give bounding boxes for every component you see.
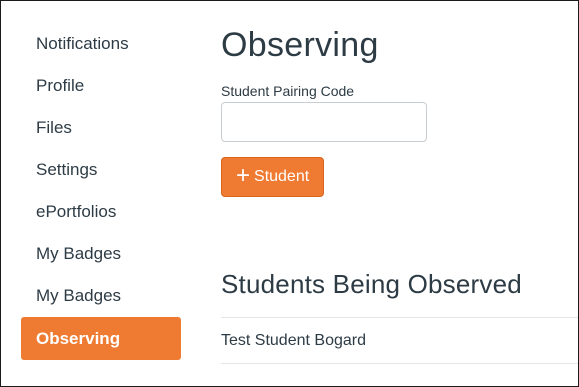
sidebar-item-my-badges[interactable]: My Badges [21,233,181,275]
sidebar-item-label: Files [36,118,72,137]
sidebar-item-label: My Badges [36,286,122,305]
student-name: Test Student Bogard [221,331,366,349]
app-frame: Notifications Profile Files Settings ePo… [0,0,579,387]
sidebar-item-label: ePortfolios [36,202,117,221]
sidebar-item-label: Observing [36,328,121,348]
sidebar-item-eportfolios[interactable]: ePortfolios [21,191,181,233]
sidebar-item-notifications[interactable]: Notifications [21,23,181,65]
list-item: Test Student Bogard [221,318,578,363]
pairing-code-input[interactable] [221,102,427,142]
pairing-code-label: Student Pairing Code [221,83,355,99]
page-title: Observing [221,26,379,64]
sidebar-nav: Notifications Profile Files Settings ePo… [21,23,181,360]
main-content: Observing Student Pairing Code + Student [221,21,578,197]
sidebar-item-my-badges-2[interactable]: My Badges [21,275,181,317]
observed-students-list: Test Student Bogard [221,317,578,364]
sidebar-item-label: My Badges [36,244,122,263]
add-student-button[interactable]: + Student [221,157,325,197]
plus-icon: + [236,162,251,189]
sidebar-item-label: Settings [36,160,98,179]
add-student-label: Student [254,168,310,185]
sidebar-item-label: Notifications [36,34,129,53]
sidebar-item-observing[interactable]: Observing [21,317,181,360]
sidebar-item-files[interactable]: Files [21,107,181,149]
observed-section-title: Students Being Observed [221,269,522,299]
sidebar-item-profile[interactable]: Profile [21,65,181,107]
divider [221,363,578,364]
sidebar-item-label: Profile [36,76,85,95]
sidebar-item-settings[interactable]: Settings [21,149,181,191]
